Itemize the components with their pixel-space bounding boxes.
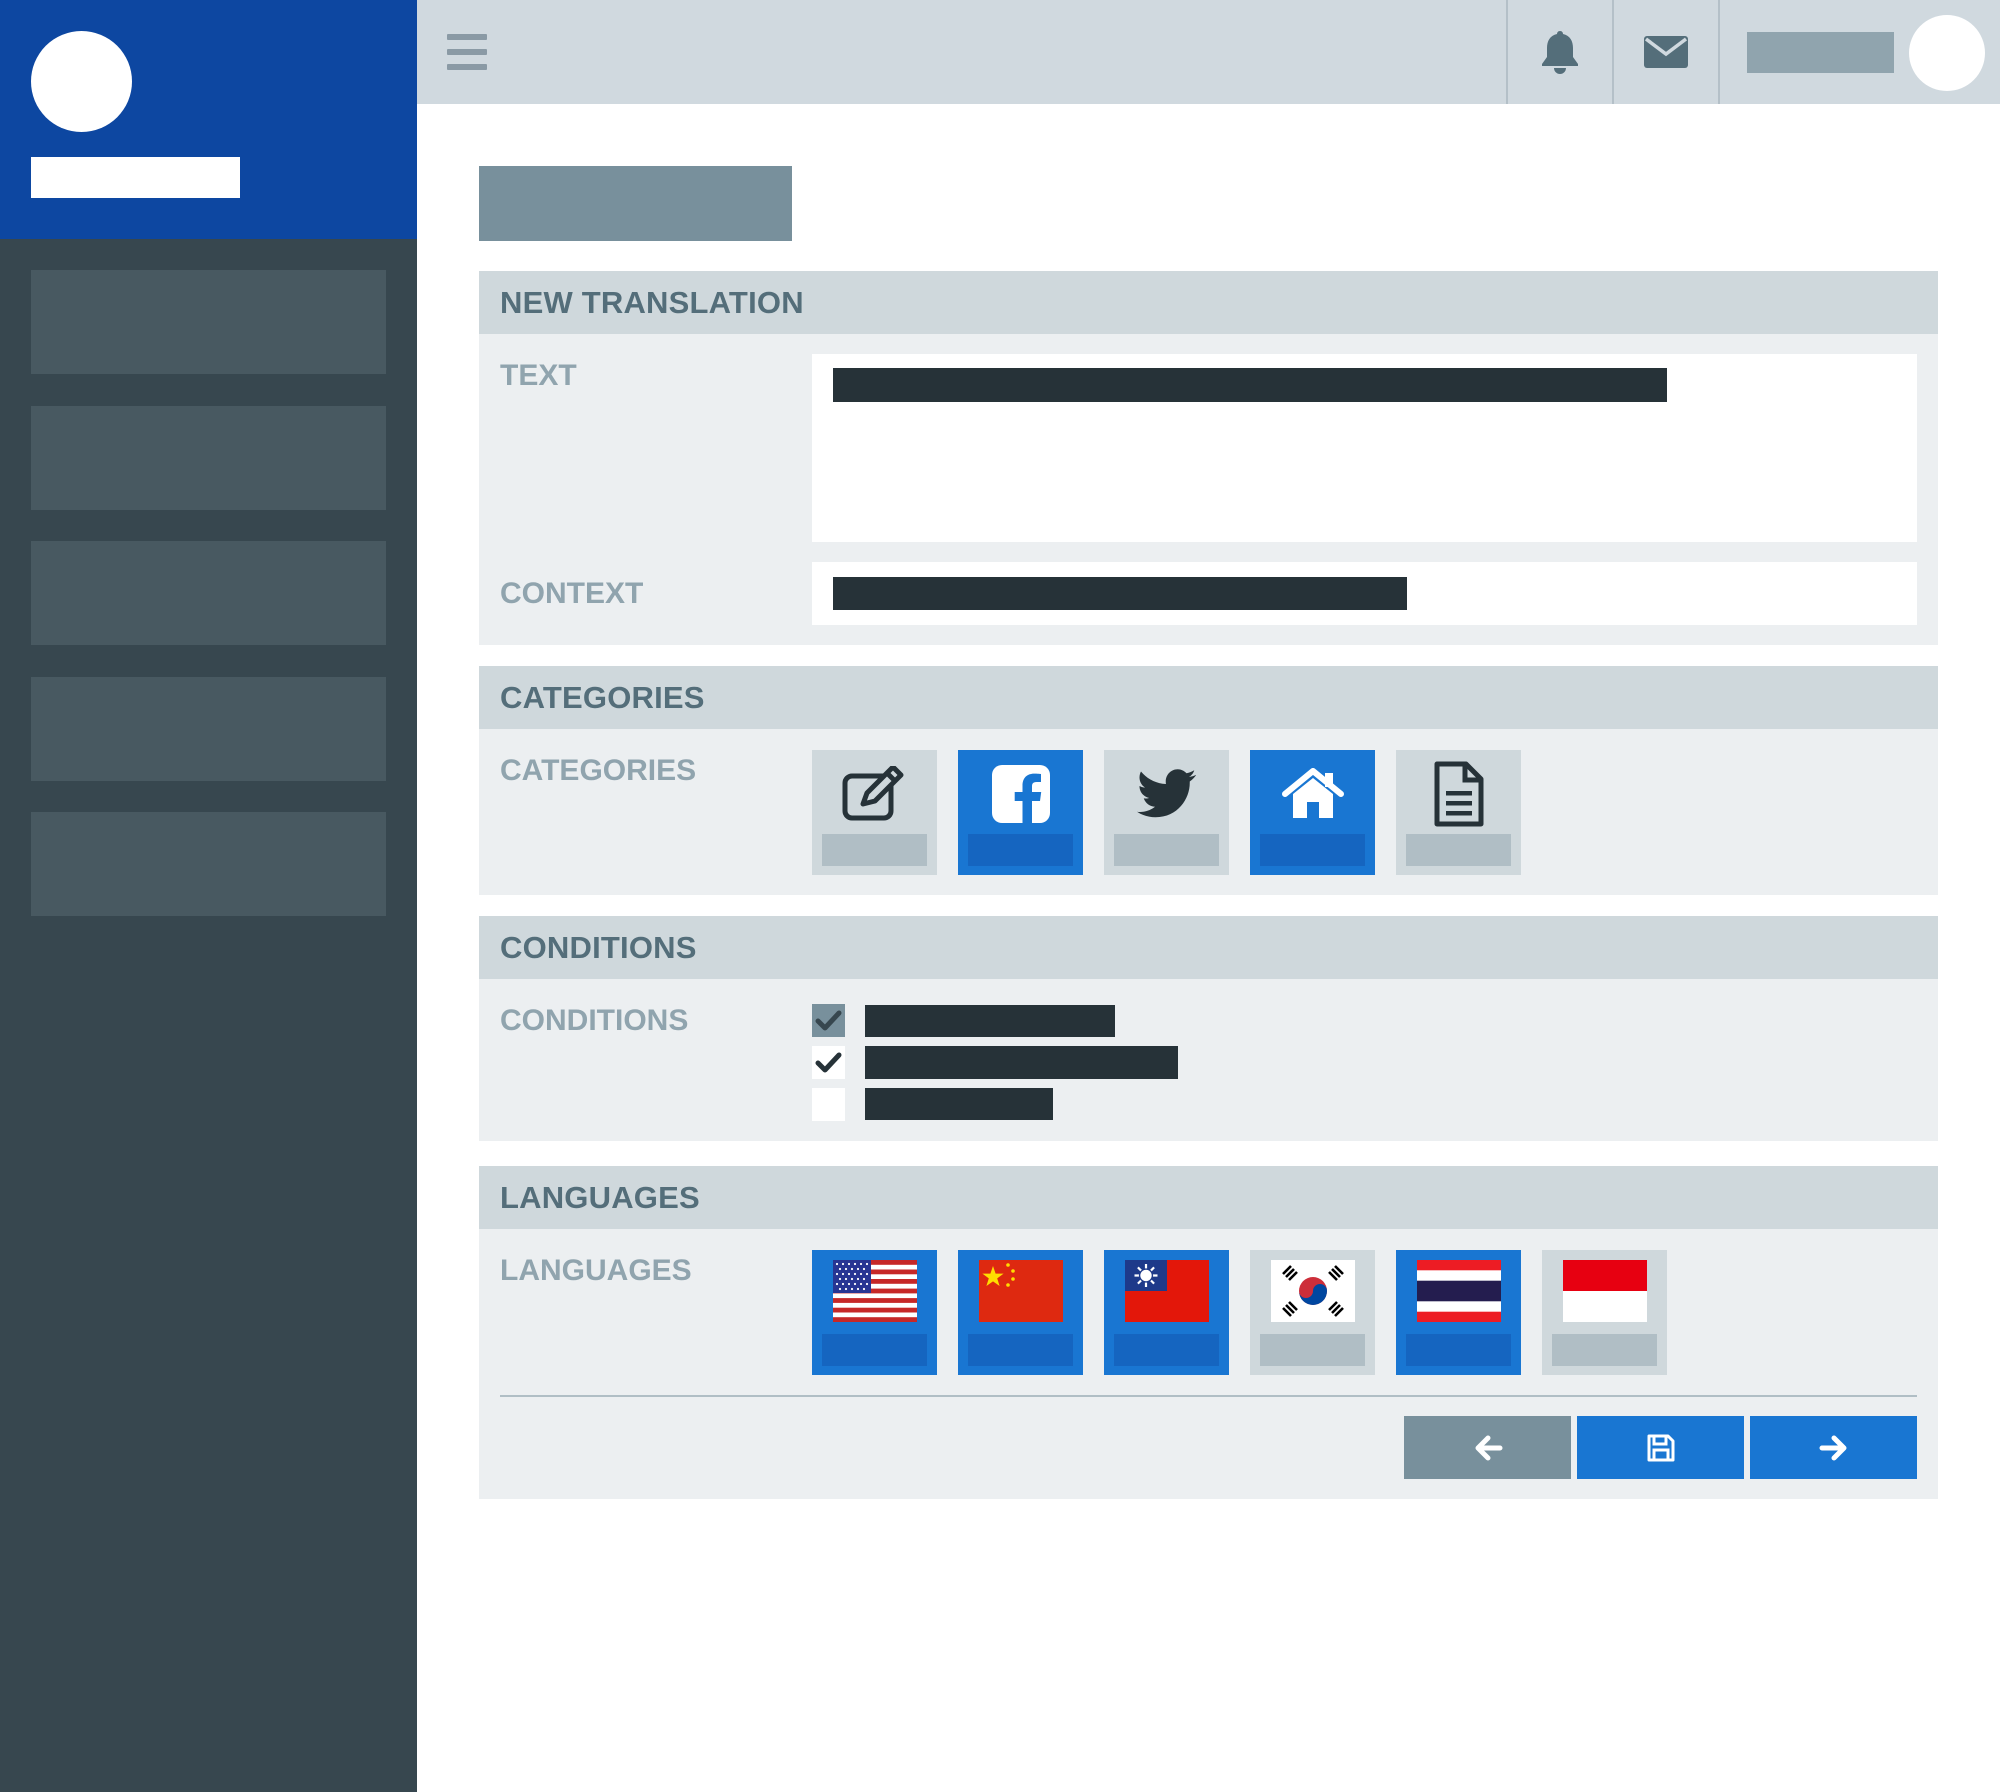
language-tile-thai[interactable]: [1396, 1250, 1521, 1375]
sidebar-item-1[interactable]: [31, 270, 386, 374]
category-tile-document[interactable]: [1396, 750, 1521, 875]
context-label: CONTEXT: [500, 577, 644, 610]
condition-label-redacted: [865, 1046, 1178, 1079]
panel-title-categories: CATEGORIES: [479, 666, 1938, 729]
condition-checkbox-2[interactable]: [812, 1046, 845, 1079]
sidebar-item-4[interactable]: [31, 677, 386, 781]
home-icon: [1281, 768, 1344, 818]
language-caption: [1114, 1334, 1219, 1366]
avatar[interactable]: [1909, 15, 1985, 91]
conditions-label: CONDITIONS: [500, 1004, 689, 1037]
arrow-left-icon: [1475, 1435, 1502, 1460]
indonesia-flag: [1563, 1260, 1647, 1322]
condition-label-redacted: [865, 1005, 1115, 1037]
categories-label: CATEGORIES: [500, 754, 697, 787]
page-title: [479, 166, 792, 241]
south-korea-flag: [1271, 1260, 1355, 1322]
category-caption: [1114, 834, 1219, 866]
user-name-placeholder[interactable]: [1747, 32, 1894, 73]
arrow-right-icon: [1819, 1435, 1846, 1460]
sidebar-item-2[interactable]: [31, 406, 386, 510]
notifications-button[interactable]: [1508, 0, 1612, 104]
menu-icon[interactable]: [447, 34, 487, 70]
category-caption: [1406, 834, 1511, 866]
condition-label-redacted: [865, 1088, 1053, 1120]
language-caption: [822, 1334, 927, 1366]
language-caption: [1260, 1334, 1365, 1366]
category-tile-twitter[interactable]: [1104, 750, 1229, 875]
back-button[interactable]: [1404, 1416, 1571, 1479]
twitter-icon: [1136, 769, 1196, 818]
category-tile-facebook[interactable]: [958, 750, 1083, 875]
check-icon: [815, 1052, 842, 1073]
language-tile-korean[interactable]: [1250, 1250, 1375, 1375]
thailand-flag: [1417, 1260, 1501, 1322]
text-value-redacted: [833, 368, 1667, 402]
language-caption: [1406, 1334, 1511, 1366]
footer-divider: [500, 1395, 1917, 1397]
condition-checkbox-1[interactable]: [812, 1004, 845, 1037]
brand-name-placeholder: [31, 157, 240, 198]
language-tile-chinese[interactable]: [958, 1250, 1083, 1375]
language-tile-indonesian[interactable]: [1542, 1250, 1667, 1375]
category-tile-home[interactable]: [1250, 750, 1375, 875]
panel-title-conditions: CONDITIONS: [479, 916, 1938, 979]
messages-button[interactable]: [1614, 0, 1718, 104]
panel-title-languages: LANGUAGES: [479, 1166, 1938, 1229]
taiwan-flag: [1125, 1260, 1209, 1322]
context-value-redacted: [833, 577, 1407, 610]
category-caption: [968, 834, 1073, 866]
china-flag: [979, 1260, 1063, 1322]
language-tile-english[interactable]: [812, 1250, 937, 1375]
category-tile-edit[interactable]: [812, 750, 937, 875]
languages-label: LANGUAGES: [500, 1254, 692, 1287]
text-label: TEXT: [500, 359, 577, 392]
sidebar-item-3[interactable]: [31, 541, 386, 645]
save-icon: [1647, 1434, 1674, 1461]
document-icon: [1434, 761, 1483, 827]
sidebar-item-5[interactable]: [31, 812, 386, 916]
panel-title-new-translation: NEW TRANSLATION: [479, 271, 1938, 334]
bell-icon: [1542, 31, 1578, 74]
facebook-icon: [991, 765, 1050, 823]
language-tile-traditional-chinese[interactable]: [1104, 1250, 1229, 1375]
mail-icon: [1644, 36, 1688, 68]
category-caption: [822, 834, 927, 866]
next-button[interactable]: [1750, 1416, 1917, 1479]
check-icon: [815, 1010, 842, 1031]
save-button[interactable]: [1577, 1416, 1744, 1479]
brand-logo[interactable]: [31, 31, 132, 132]
condition-checkbox-3[interactable]: [812, 1088, 845, 1121]
us-flag: [833, 1260, 917, 1322]
topbar-divider: [1718, 0, 1720, 104]
edit-icon: [842, 766, 903, 821]
language-caption: [1552, 1334, 1657, 1366]
language-caption: [968, 1334, 1073, 1366]
category-caption: [1260, 834, 1365, 866]
